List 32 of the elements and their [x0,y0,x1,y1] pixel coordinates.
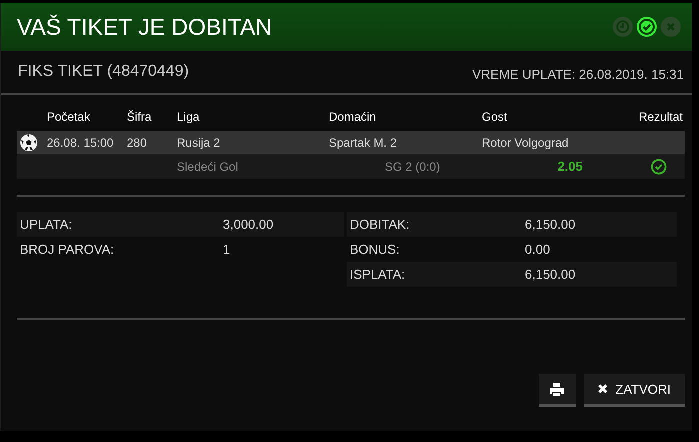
summary-value: 3,000.00 [223,217,275,232]
table-cell-text: 26.08. 15:00 [47,136,115,150]
column-header: Šifra [127,110,153,124]
ticket-title: FIKS TIKET (48470449) [18,63,190,81]
odds: 2.05 [556,159,584,174]
payment-time: VREME UPLATE: 26.08.2019. 15:31 [472,66,684,82]
column-header: Liga [177,110,201,124]
close-icon [598,384,608,394]
column-header: Gost [482,110,508,124]
print-button[interactable] [538,374,576,407]
summary-label: DOBITAK: [350,217,411,232]
table-cell-text: 280 [127,136,148,150]
table-cell-text: SG 2 (0:0) [384,160,442,174]
summary-value: 1 [223,242,232,257]
window-title: VAŠ TIKET JE DOBITAN [17,14,272,40]
summary-value: 6,150.00 [525,267,577,282]
column-header: Domaćin [329,110,378,124]
summary-label: ISPLATA: [350,267,406,282]
close-button[interactable]: ZATVORI [584,374,685,407]
summary-label: UPLATA: [20,217,74,232]
column-header: Rezultat [638,110,684,124]
summary-label: BONUS: [350,242,401,257]
table-cell-text: Rusija 2 [177,136,222,150]
column-header: Početak [47,110,92,124]
summary-value: 6,150.00 [525,217,577,232]
soccer-ball-icon [20,134,38,152]
summary-label: BROJ PAROVA: [20,242,116,257]
printer-icon [550,382,564,396]
table-cell-text: Spartak M. 2 [329,136,398,150]
summary-value: 0.00 [525,242,552,257]
table-cell-text: Sledeći Gol [177,160,240,174]
table-cell-text: Rotor Volgograd [482,136,570,150]
